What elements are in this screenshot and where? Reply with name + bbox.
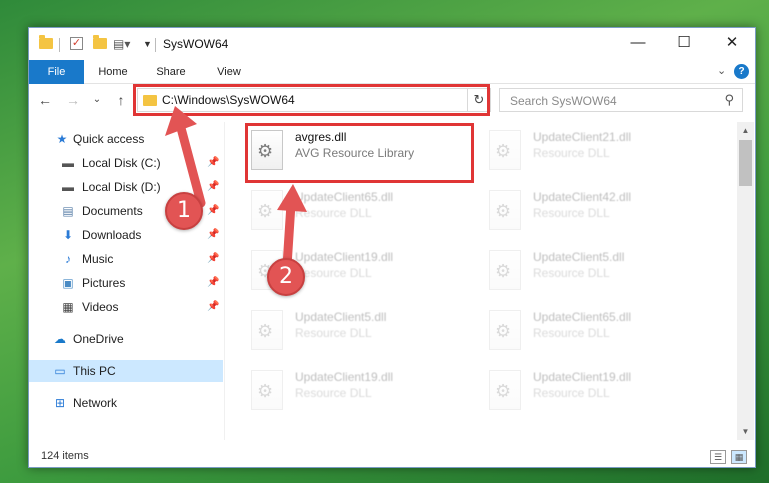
arrow-2-head (277, 184, 307, 212)
callout-badge-2: 2 (267, 258, 305, 296)
arrow-2-shaft (282, 199, 296, 271)
callout-badge-1: 1 (165, 192, 203, 230)
callout-arrows (165, 106, 307, 271)
file-explorer-window: ✓ ▤▾ ▼ SysWOW64 — ☐ ✕ File Home Share Vi… (28, 27, 756, 468)
